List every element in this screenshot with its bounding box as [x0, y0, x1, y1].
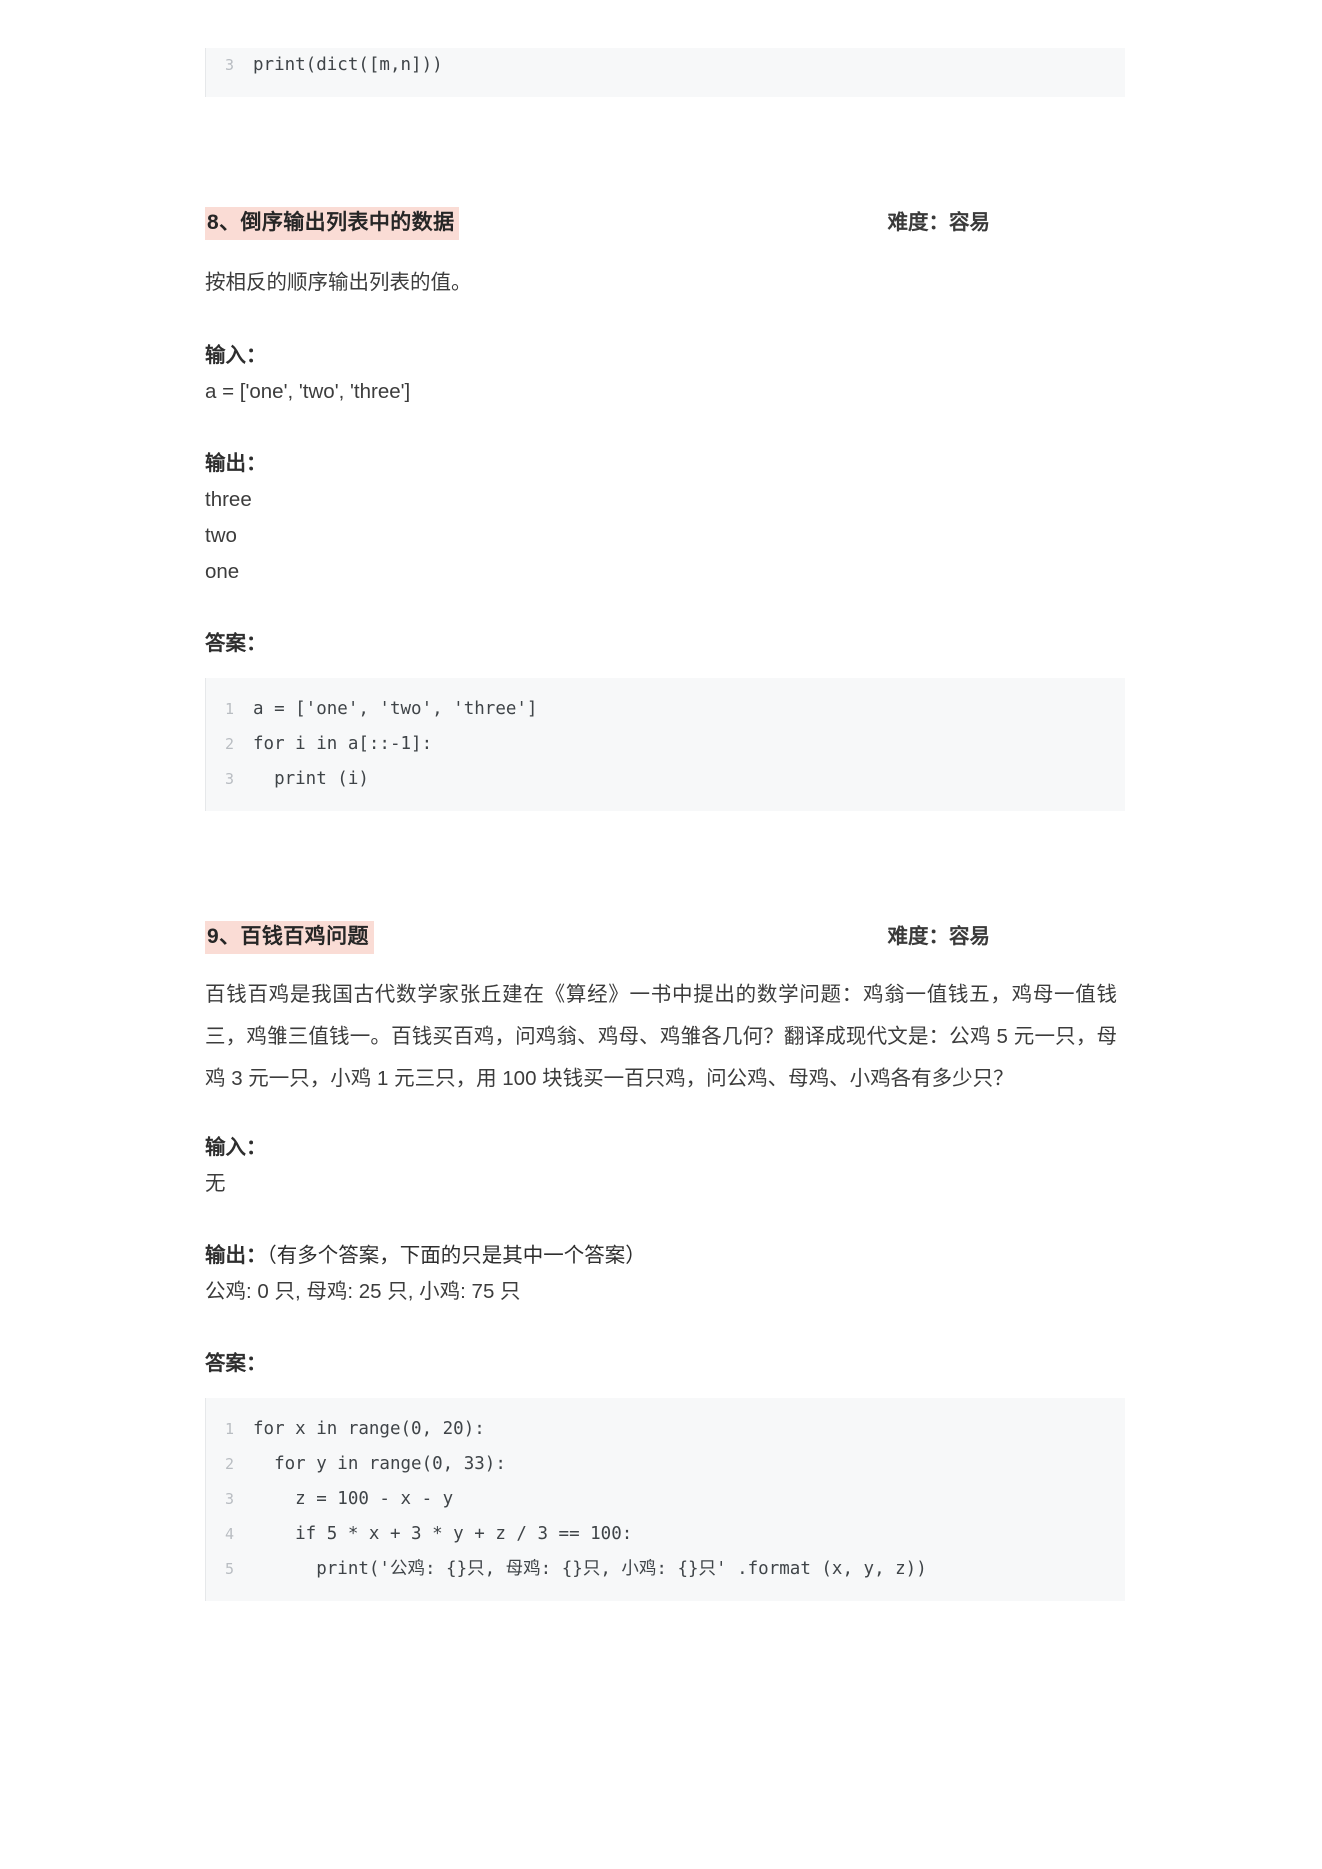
- section-8-difficulty: 难度：容易: [887, 211, 991, 234]
- section-9: 9、百钱百鸡问题 难度：容易 百钱百鸡是我国古代数学家张丘建在《算经》一书中提出…: [205, 919, 1125, 1601]
- section-8-output-line: three: [205, 488, 252, 511]
- code-line-text: print (i): [253, 769, 369, 789]
- code-line-text: a = ['one', 'two', 'three']: [253, 699, 538, 719]
- section-9-input-value: 无: [205, 1172, 226, 1195]
- code-line: 3 z = 100 - x - y: [206, 1482, 1125, 1517]
- code-line: 4 if 5 * x + 3 * y + z / 3 == 100:: [206, 1517, 1125, 1552]
- code-line: 2 for i in a[::-1]:: [206, 727, 1125, 762]
- code-line: 3 print(dict([m,n])): [206, 48, 1125, 83]
- section-8-output-line: one: [205, 560, 240, 583]
- code-line-text: for x in range(0, 20):: [253, 1419, 485, 1439]
- code-line-number: 5: [224, 1560, 234, 1578]
- code-line-number: 4: [224, 1525, 234, 1543]
- code-line-number: 1: [224, 1420, 234, 1438]
- code-line-text: print(dict([m,n])): [253, 55, 443, 75]
- code-block-top: 3 print(dict([m,n])): [205, 48, 1125, 97]
- code-line-text: if 5 * x + 3 * y + z / 3 == 100:: [253, 1524, 633, 1544]
- code-line-text: z = 100 - x - y: [253, 1489, 454, 1509]
- code-line-text: for y in range(0, 33):: [253, 1454, 506, 1474]
- section-9-output-label: 输出：（有多个答案，下面的只是其中一个答案）: [205, 1238, 1125, 1274]
- section-9-title: 9、百钱百鸡问题: [205, 921, 374, 954]
- code-line-number: 3: [224, 56, 234, 74]
- section-9-description: 百钱百鸡是我国古代数学家张丘建在《算经》一书中提出的数学问题：鸡翁一值钱五，鸡母…: [205, 983, 1117, 1090]
- code-line-number: 2: [224, 735, 234, 753]
- code-line-number: 3: [224, 770, 234, 788]
- section-9-output-label-text: 输出：: [205, 1244, 267, 1267]
- code-block-section-8: 1 a = ['one', 'two', 'three'] 2 for i in…: [205, 678, 1125, 811]
- code-line: 3 print (i): [206, 762, 1125, 797]
- document-content: 3 print(dict([m,n])) 8、倒序输出列表中的数据 难度：容易 …: [205, 0, 1125, 1601]
- section-8-title: 8、倒序输出列表中的数据: [205, 207, 460, 240]
- section-9-input-label: 输入：: [205, 1136, 267, 1159]
- section-8-output-label: 输出：: [205, 452, 267, 475]
- code-line-number: 1: [224, 700, 234, 718]
- section-9-output-line: 公鸡: 0 只, 母鸡: 25 只, 小鸡: 75 只: [205, 1280, 521, 1303]
- code-line: 5 print('公鸡: {}只, 母鸡: {}只, 小鸡: {}只' .for…: [206, 1552, 1125, 1587]
- code-line: 1 a = ['one', 'two', 'three']: [206, 692, 1125, 727]
- code-block-section-9: 1 for x in range(0, 20): 2 for y in rang…: [205, 1398, 1125, 1601]
- code-line-number: 3: [224, 1490, 234, 1508]
- section-8-answer-label: 答案：: [205, 632, 267, 655]
- section-8-input-label: 输入：: [205, 344, 267, 367]
- code-line-text: for i in a[::-1]:: [253, 734, 433, 754]
- code-line-text: print('公鸡: {}只, 母鸡: {}只, 小鸡: {}只' .forma…: [253, 1559, 927, 1579]
- section-8: 8、倒序输出列表中的数据 难度：容易 按相反的顺序输出列表的值。 输入： a =…: [205, 205, 1125, 811]
- section-9-header: 9、百钱百鸡问题 难度：容易: [205, 919, 1125, 954]
- section-8-description: 按相反的顺序输出列表的值。: [205, 271, 472, 294]
- code-line-number: 2: [224, 1455, 234, 1473]
- section-9-output-note: （有多个答案，下面的只是其中一个答案）: [266, 1244, 646, 1267]
- code-line: 1 for x in range(0, 20):: [206, 1412, 1125, 1447]
- document-page: 3 print(dict([m,n])) 8、倒序输出列表中的数据 难度：容易 …: [0, 0, 1322, 1869]
- code-line: 2 for y in range(0, 33):: [206, 1447, 1125, 1482]
- section-8-input-value: a = ['one', 'two', 'three']: [205, 380, 411, 403]
- section-9-difficulty: 难度：容易: [887, 925, 991, 948]
- section-8-output-line: two: [205, 524, 237, 547]
- section-8-header: 8、倒序输出列表中的数据 难度：容易: [205, 205, 1125, 240]
- section-9-answer-label: 答案：: [205, 1352, 267, 1375]
